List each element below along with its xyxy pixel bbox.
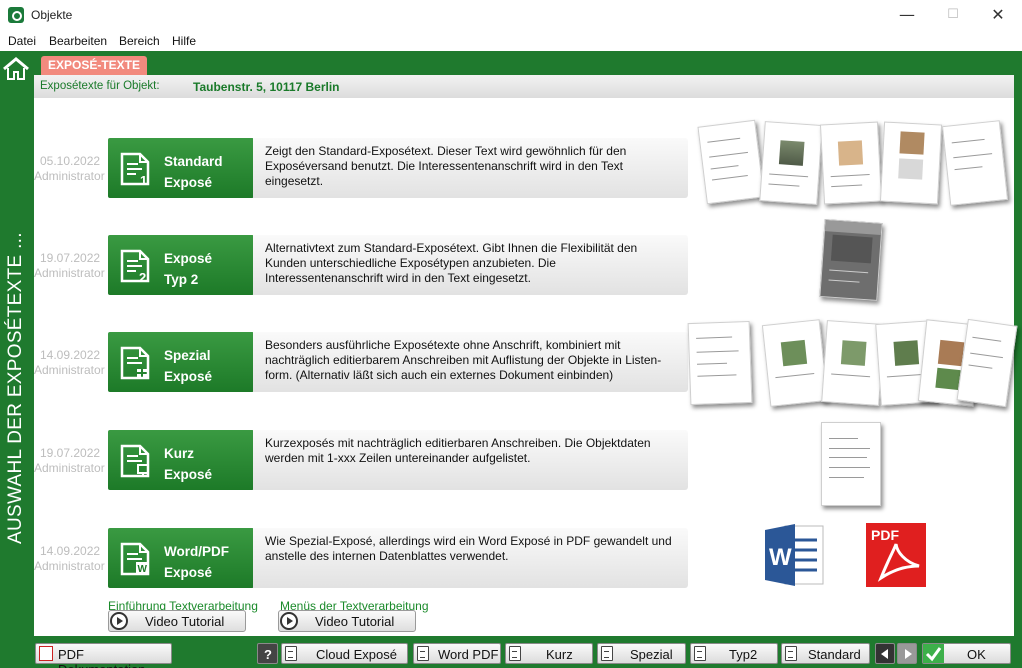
check-icon <box>923 644 944 663</box>
pdf-icon-label: PDF <box>871 527 899 543</box>
preview-thumbnail <box>761 319 829 407</box>
help-button[interactable]: ? <box>257 643 278 664</box>
tab-expose-texte[interactable]: EXPOSÉ-TEXTE <box>41 56 147 75</box>
button-line2: Exposé <box>164 467 213 482</box>
document-list-icon <box>120 346 150 380</box>
row-description: Zeigt den Standard-Exposétext. Dieser Te… <box>253 138 688 198</box>
document-1-icon: 1 <box>120 152 150 188</box>
preview-thumbnail <box>819 219 883 301</box>
preview-thumbnail <box>697 119 765 205</box>
document-icon <box>785 646 797 661</box>
button-line1: Exposé <box>164 251 213 266</box>
row-user: Administrator <box>34 169 105 183</box>
preview-thumbnail <box>687 320 753 406</box>
row-date: 14.09.2022 <box>40 544 101 558</box>
menu-datei[interactable]: Datei <box>8 34 36 48</box>
svg-text:W: W <box>138 564 148 575</box>
row-user: Administrator <box>34 266 105 280</box>
row-user: Administrator <box>34 461 105 475</box>
button-line1: Standard <box>164 154 223 169</box>
home-icon[interactable] <box>2 57 30 81</box>
close-button[interactable]: ✕ <box>983 4 1013 26</box>
play-icon <box>280 612 298 630</box>
expose-typ2-button[interactable]: 2 Exposé Typ 2 <box>108 235 254 295</box>
typ2-button[interactable]: Typ2 <box>690 643 778 664</box>
svg-text:1: 1 <box>140 173 147 188</box>
row-date: 19.07.2022 <box>40 446 101 460</box>
document-short-icon <box>120 444 150 478</box>
document-word-icon: W <box>120 542 150 576</box>
minimize-button[interactable]: — <box>892 4 922 26</box>
button-line2: Exposé <box>164 369 213 384</box>
kurz-button[interactable]: Kurz <box>505 643 593 664</box>
word-icon-letter: W <box>769 544 792 571</box>
button-line2: Exposé <box>164 565 213 580</box>
row-user: Administrator <box>34 363 105 377</box>
button-line1: Word/PDF <box>164 544 229 559</box>
preview-thumbnail <box>819 121 883 205</box>
video-tutorial-button-menus[interactable]: Video Tutorial <box>278 610 416 632</box>
content-panel: Exposétexte für Objekt: Taubenstr. 5, 10… <box>34 75 1018 636</box>
maximize-button[interactable]: ☐ <box>938 4 968 26</box>
kurz-expose-button[interactable]: Kurz Exposé <box>108 430 254 490</box>
word-document-icon: W <box>765 524 824 586</box>
arrow-right-icon <box>905 649 912 659</box>
row-description: Besonders ausführliche Exposétexte ohne … <box>253 332 688 392</box>
row-description: Wie Spezial-Exposé, allerdings wird ein … <box>253 528 688 588</box>
object-label: Exposétexte für Objekt: <box>40 80 160 92</box>
preview-thumbnail <box>821 422 881 506</box>
spezial-button[interactable]: Spezial <box>597 643 686 664</box>
button-line2: Typ 2 <box>164 272 199 287</box>
play-icon <box>110 612 128 630</box>
word-pdf-button[interactable]: Word PDF <box>413 643 501 664</box>
title-bar: Objekte — ☐ ✕ <box>0 0 1022 31</box>
pdf-document-icon: PDF <box>864 521 928 589</box>
video-tutorial-button-intro[interactable]: Video Tutorial <box>108 610 246 632</box>
row-date: 19.07.2022 <box>40 251 101 265</box>
object-address: Taubenstr. 5, 10117 Berlin <box>193 80 340 94</box>
menu-hilfe[interactable]: Hilfe <box>172 34 196 48</box>
document-icon <box>601 646 613 661</box>
preview-thumbnail <box>956 318 1018 408</box>
menu-bereich[interactable]: Bereich <box>119 34 160 48</box>
button-line1: Kurz <box>164 446 194 461</box>
row-date: 14.09.2022 <box>40 348 101 362</box>
row-user: Administrator <box>34 559 105 573</box>
window-title: Objekte <box>31 8 73 22</box>
preview-thumbnail <box>759 121 823 205</box>
app-icon <box>8 7 24 23</box>
svg-text:2: 2 <box>139 270 146 285</box>
standard-expose-button[interactable]: 1 Standard Exposé <box>108 138 254 198</box>
vertical-section-title: AUSWAHL DER EXPOSÉTEXTE ... <box>5 232 26 544</box>
row-date: 05.10.2022 <box>40 154 101 168</box>
ok-button[interactable]: OK <box>922 643 1011 664</box>
preview-thumbnail <box>941 120 1009 206</box>
row-description: Kurzexposés mit nachträglich editierbare… <box>253 430 688 490</box>
next-button[interactable] <box>897 643 917 664</box>
menu-bar: Datei Bearbeiten Bereich Hilfe <box>0 31 1022 51</box>
menu-bearbeiten[interactable]: Bearbeiten <box>49 34 107 48</box>
row-description: Alternativtext zum Standard-Exposétext. … <box>253 235 688 295</box>
previous-button[interactable] <box>875 643 895 664</box>
document-icon <box>509 646 521 661</box>
wordpdf-expose-button[interactable]: W Word/PDF Exposé <box>108 528 254 588</box>
button-line1: Spezial <box>164 348 211 363</box>
pdf-icon <box>39 646 53 661</box>
pdf-documentation-button[interactable]: PDF Dokumentation <box>35 643 172 668</box>
document-2-icon: 2 <box>120 249 150 285</box>
cloud-expose-button[interactable]: Cloud Exposé <box>281 643 408 664</box>
document-icon <box>417 646 429 661</box>
document-icon <box>694 646 706 661</box>
arrow-left-icon <box>881 649 888 659</box>
preview-thumbnail <box>879 121 943 205</box>
object-bar: Exposétexte für Objekt: Taubenstr. 5, 10… <box>34 75 1014 98</box>
cloud-document-icon <box>285 646 297 661</box>
standard-button[interactable]: Standard <box>781 643 870 664</box>
button-line2: Exposé <box>164 175 213 190</box>
spezial-expose-button[interactable]: Spezial Exposé <box>108 332 254 392</box>
